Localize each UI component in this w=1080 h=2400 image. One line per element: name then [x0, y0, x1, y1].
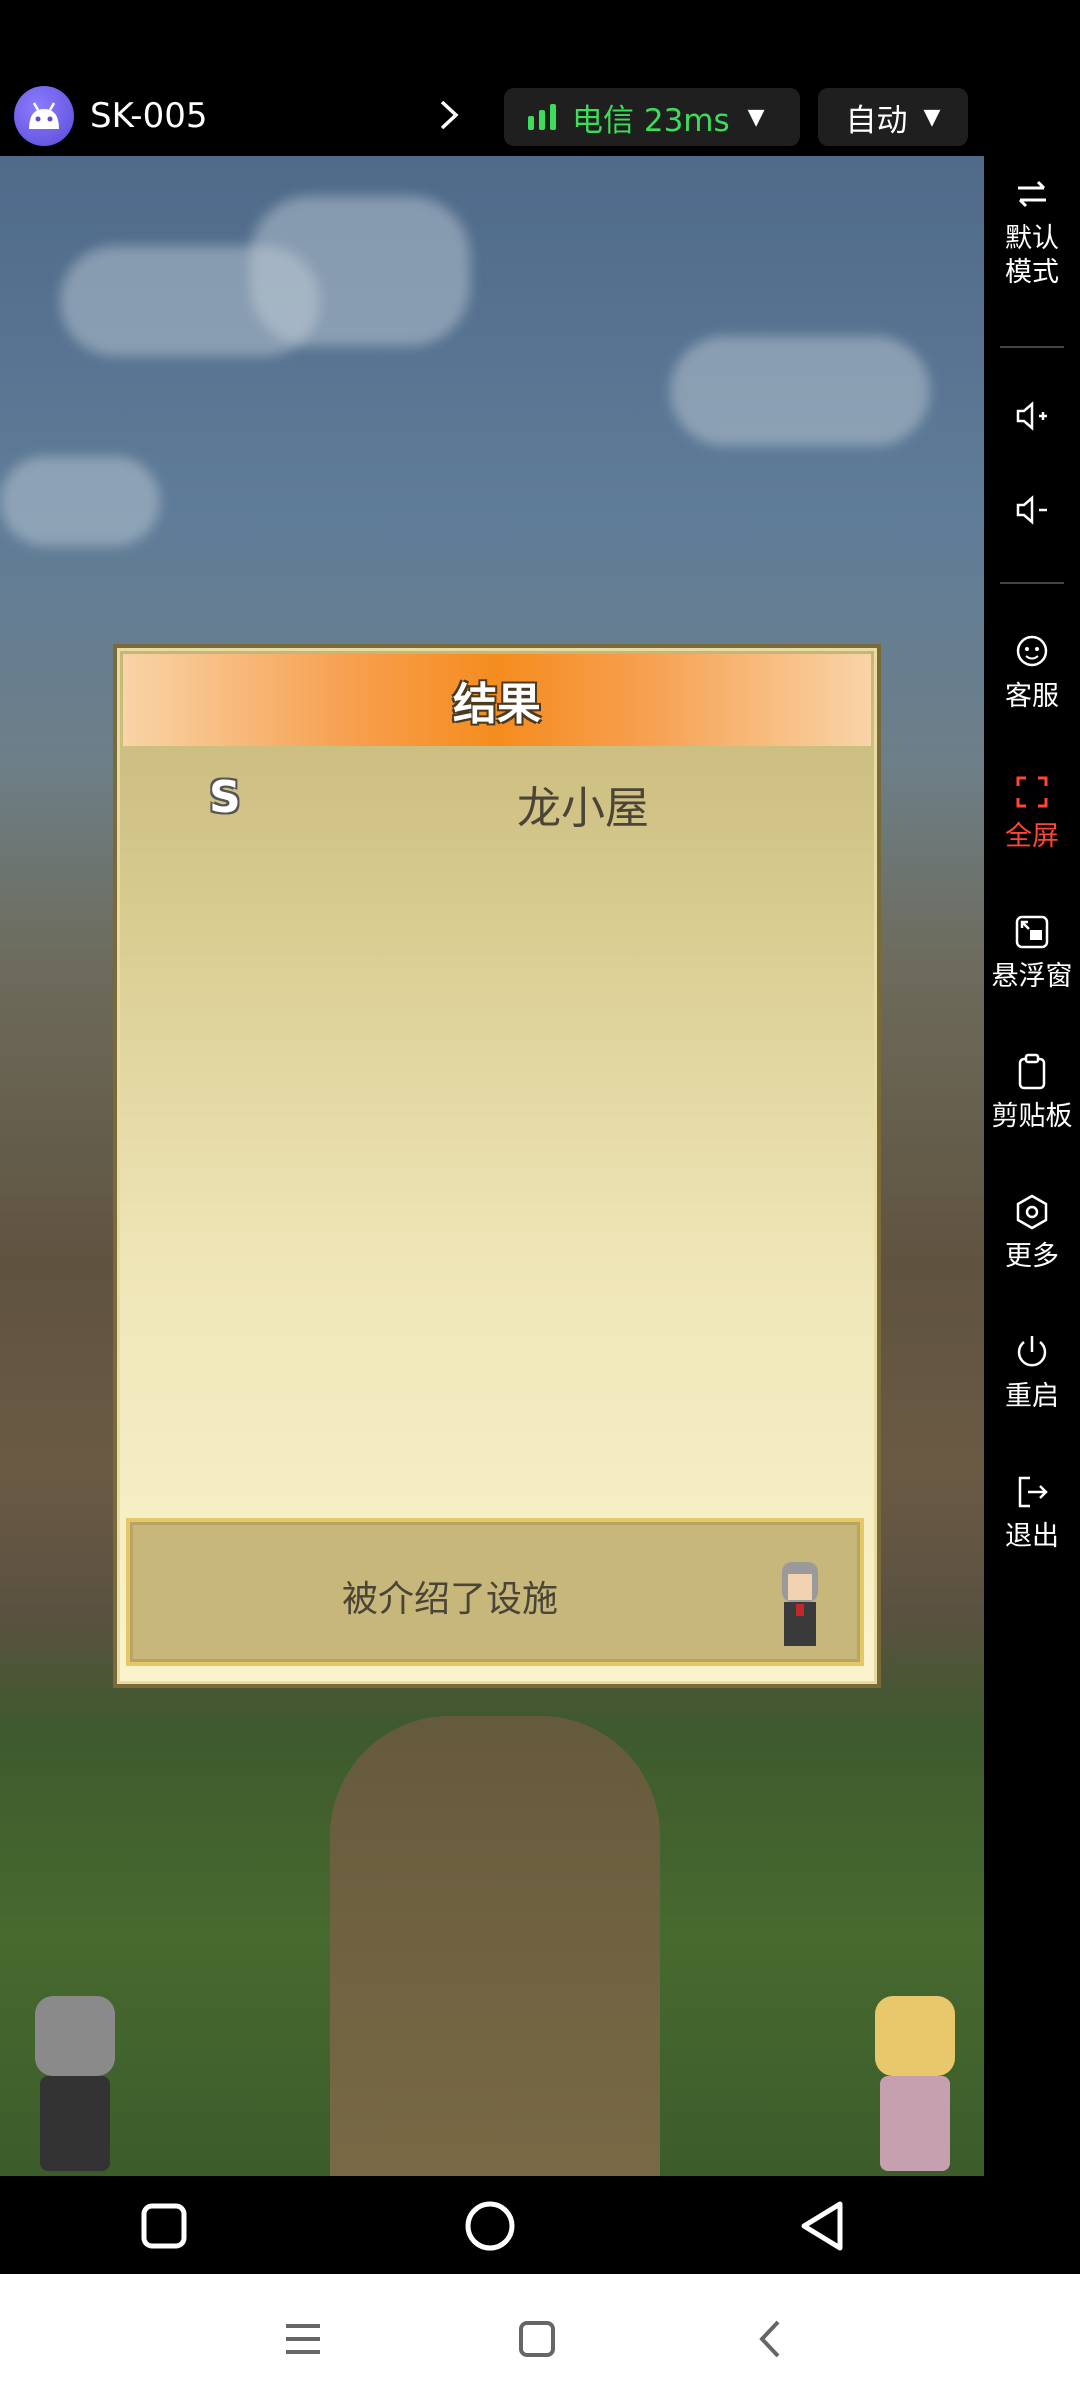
volume-up-icon: [1016, 401, 1047, 431]
float-window-icon: [1015, 915, 1049, 949]
top-bar: SK-005 电信 23ms ▼ 自动 ▼: [0, 0, 1080, 156]
default-mode-button[interactable]: 默认 模式: [984, 174, 1080, 290]
quality-mode-dropdown[interactable]: 自动 ▼: [818, 88, 968, 146]
side-panel: 默认 模式 客服 全屏 悬浮窗 剪贴板 更多 重启 退出: [984, 156, 1080, 2176]
dialog-title: 结果: [453, 679, 541, 730]
support-icon: [1016, 635, 1048, 667]
more-icon: [1016, 1194, 1048, 1230]
more-button[interactable]: 更多: [984, 1192, 1080, 1274]
cloud: [0, 456, 160, 546]
restart-label: 重启: [1005, 1381, 1059, 1412]
exit-icon: [1018, 1476, 1048, 1508]
cloud: [670, 336, 930, 446]
character-sprite-right: [860, 1996, 970, 2176]
caret-down-icon: ▼: [923, 104, 941, 130]
system-nav-bar: [0, 2274, 1080, 2400]
volume-down-button[interactable]: [984, 490, 1080, 538]
dialog-header: 结果: [123, 654, 871, 746]
cloud: [250, 196, 470, 346]
clipboard-button[interactable]: 剪贴板: [984, 1052, 1080, 1134]
back-chevron-icon[interactable]: [746, 2314, 796, 2364]
advisor-sprite: [770, 1558, 830, 1654]
exit-label: 退出: [1005, 1521, 1059, 1552]
restart-button[interactable]: 重启: [984, 1332, 1080, 1414]
default-mode-label: 默认 模式: [1005, 223, 1059, 288]
menu-icon[interactable]: [278, 2314, 328, 2364]
game-screen[interactable]: 结果 S 龙小屋 被介绍了设施: [0, 156, 984, 2176]
message-box[interactable]: 被介绍了设施: [126, 1518, 864, 1666]
message-text: 被介绍了设施: [341, 1579, 558, 1620]
float-window-button[interactable]: 悬浮窗: [984, 912, 1080, 994]
support-label: 客服: [1005, 681, 1059, 712]
fullscreen-button[interactable]: 全屏: [984, 772, 1080, 854]
rank-label: S: [209, 772, 241, 823]
home-square-icon[interactable]: [512, 2314, 562, 2364]
support-button[interactable]: 客服: [984, 632, 1080, 714]
network-latency-label: 电信 23ms: [572, 102, 730, 139]
fullscreen-label: 全屏: [1005, 821, 1059, 852]
signal-bars-icon: [528, 104, 556, 130]
dirt-path: [330, 1716, 660, 2176]
result-dialog[interactable]: 结果 S 龙小屋 被介绍了设施: [113, 644, 881, 1688]
recent-apps-icon[interactable]: [136, 2198, 192, 2254]
network-status-pill[interactable]: 电信 23ms ▼: [504, 88, 800, 146]
divider: [1000, 346, 1064, 348]
volume-up-button[interactable]: [984, 396, 1080, 444]
character-sprite-left: [20, 1996, 130, 2176]
divider: [1000, 582, 1064, 584]
fullscreen-icon: [1016, 776, 1048, 808]
device-name[interactable]: SK-005: [90, 94, 207, 138]
clipboard-icon: [1018, 1053, 1046, 1090]
back-triangle-icon[interactable]: [796, 2198, 852, 2254]
volume-down-icon: [1016, 495, 1047, 525]
chevron-right-icon[interactable]: [438, 98, 460, 139]
facility-name: 龙小屋: [517, 783, 649, 834]
quality-mode-label: 自动: [845, 102, 908, 139]
home-circle-icon[interactable]: [462, 2198, 518, 2254]
more-label: 更多: [1005, 1241, 1059, 1272]
swap-icon: [1018, 180, 1046, 208]
power-icon: [1017, 1336, 1047, 1367]
remote-nav-bar: [0, 2176, 1080, 2274]
caret-down-icon: ▼: [747, 104, 765, 130]
float-window-label: 悬浮窗: [991, 961, 1073, 992]
exit-button[interactable]: 退出: [984, 1472, 1080, 1554]
clipboard-label: 剪贴板: [991, 1101, 1073, 1132]
android-avatar-icon[interactable]: [14, 86, 74, 146]
